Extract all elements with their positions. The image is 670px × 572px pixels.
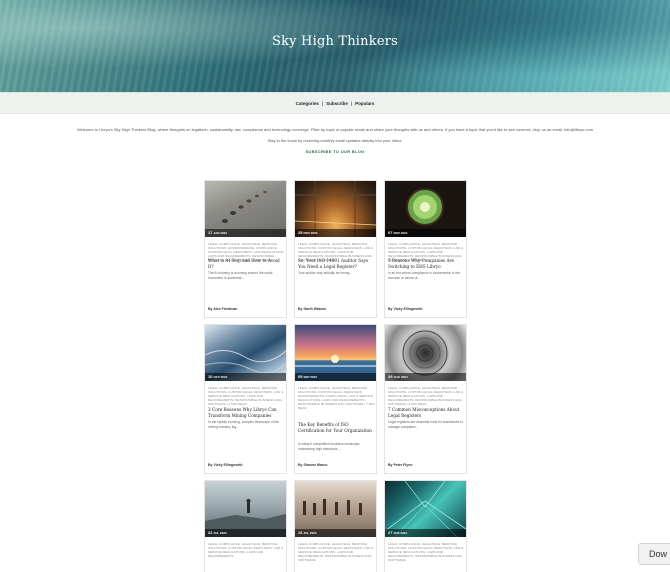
card-image: 22JUL 2024 — [205, 481, 286, 537]
blog-card[interactable]: 22JUL 2024 LEGAL COMPLIANCE, LEGALTECH, … — [204, 480, 287, 572]
blog-card[interactable]: 05SEP 2024 LEGAL COMPLIANCE, LEGALTECH, … — [294, 324, 377, 474]
nav-categories-link[interactable]: Categories — [296, 101, 319, 106]
card-image: 17JAN 2024 — [205, 181, 286, 237]
date-badge: 29AUG 2024 — [385, 373, 466, 381]
card-excerpt: The AI industry is booming around the wo… — [208, 271, 274, 280]
card-tags: LEGAL COMPLIANCE, LEGALTECH, BESPOKE SOL… — [388, 386, 464, 406]
card-tags: LEGAL COMPLIANCE, LEGALTECH, BESPOKE SOL… — [388, 542, 464, 562]
card-tags: LEGAL COMPLIANCE, LEGALTECH, BESPOKE SOL… — [208, 386, 284, 406]
card-image: 25NOV 2024 — [295, 181, 376, 237]
blog-card[interactable]: 17JAN 2024 LEGAL COMPLIANCE, LEGALTECH, … — [204, 180, 287, 318]
card-tags: LEGAL COMPLIANCE, LEGALTECH, BESPOKE SOL… — [298, 386, 375, 410]
card-author: By Garth Watson — [298, 307, 327, 311]
blog-card[interactable]: 27JUN 2024 LEGAL COMPLIANCE, LEGALTECH, … — [384, 480, 467, 572]
card-image: 16JUL 2024 — [295, 481, 376, 537]
card-author: By Vicky Ellingworth — [208, 463, 243, 467]
date-badge: 07NOV 2024 — [385, 229, 466, 237]
card-excerpt: Legal registers are essential tools for … — [388, 420, 463, 429]
blog-nav: Categories | Subscribe | Populars — [0, 92, 670, 114]
nav-popular-link[interactable]: Populars — [355, 101, 374, 106]
stay-in-know-text: Stay in the know by receiving monthly em… — [267, 138, 403, 143]
card-title[interactable]: 7 Common Misconceptions About Legal Regi… — [388, 407, 465, 419]
card-excerpt: In the rapidly evolving, complex landsca… — [208, 420, 280, 429]
subscribe-blog-link[interactable]: SUBSCRIBE TO OUR BLOG — [0, 149, 670, 154]
blog-card[interactable]: 07NOV 2024 LEGAL COMPLIANCE, LEGALTECH, … — [384, 180, 467, 318]
card-tags: LEGAL COMPLIANCE, LEGALTECH, BESPOKE SOL… — [298, 542, 374, 562]
card-tags: LEGAL COMPLIANCE, LEGALTECH, BESPOKE SOL… — [208, 542, 284, 558]
blog-card[interactable]: 29AUG 2024 LEGAL COMPLIANCE, LEGALTECH, … — [384, 324, 467, 474]
card-author: By Vicky Ellingworth — [388, 307, 423, 311]
card-image: 05SEP 2024 — [295, 325, 376, 381]
card-excerpt: In an era where compliance is fundamenta… — [388, 271, 461, 280]
hero-banner: Sky High Thinkers — [0, 0, 670, 92]
card-excerpt: In today's competitive business landscap… — [298, 442, 361, 451]
date-badge: 16JUL 2024 — [295, 529, 376, 537]
card-title[interactable]: So, Your ISO 14001 Auditor Says You Need… — [298, 258, 375, 270]
floating-button[interactable]: Dow — [638, 543, 670, 565]
card-image: 27JUN 2024 — [385, 481, 466, 537]
intro-text: Welcome to Libryo's Sky High Thinkers Bl… — [76, 127, 594, 132]
date-badge: 22JUL 2024 — [205, 529, 286, 537]
date-badge: 27JUN 2024 — [385, 529, 466, 537]
card-title[interactable]: What is AI Slop and How to Avoid It? — [208, 258, 285, 270]
card-author: By Alex Friedman — [208, 307, 238, 311]
blog-card[interactable]: 16JUL 2024 LEGAL COMPLIANCE, LEGALTECH, … — [294, 480, 377, 572]
card-title[interactable]: The Key Benefits of ISO Certification fo… — [298, 422, 375, 434]
date-badge: 17JAN 2024 — [205, 229, 286, 237]
card-excerpt: Your auditor may actually be wrong... — [298, 271, 353, 275]
date-badge: 10OCT 2024 — [205, 373, 286, 381]
card-title[interactable]: 5 Reasons Why Companies Are Switching to… — [388, 258, 465, 270]
date-badge: 25NOV 2024 — [295, 229, 376, 237]
card-author: By Simone Marco — [298, 463, 328, 467]
blog-title: Sky High Thinkers — [271, 34, 398, 49]
card-title[interactable]: 3 Core Reasons Why Libryo Can Transform … — [208, 407, 285, 419]
blog-card[interactable]: 10OCT 2024 LEGAL COMPLIANCE, LEGALTECH, … — [204, 324, 287, 474]
blog-card[interactable]: 25NOV 2024 LEGAL COMPLIANCE, LEGALTECH, … — [294, 180, 377, 318]
nav-subscribe-link[interactable]: Subscribe — [326, 101, 348, 106]
nav-separator: | — [350, 100, 353, 106]
date-badge: 05SEP 2024 — [295, 373, 376, 381]
card-image: 29AUG 2024 — [385, 325, 466, 381]
nav-separator: | — [321, 100, 324, 106]
card-author: By Peter Flynn — [388, 463, 413, 467]
card-image: 10OCT 2024 — [205, 325, 286, 381]
card-image: 07NOV 2024 — [385, 181, 466, 237]
